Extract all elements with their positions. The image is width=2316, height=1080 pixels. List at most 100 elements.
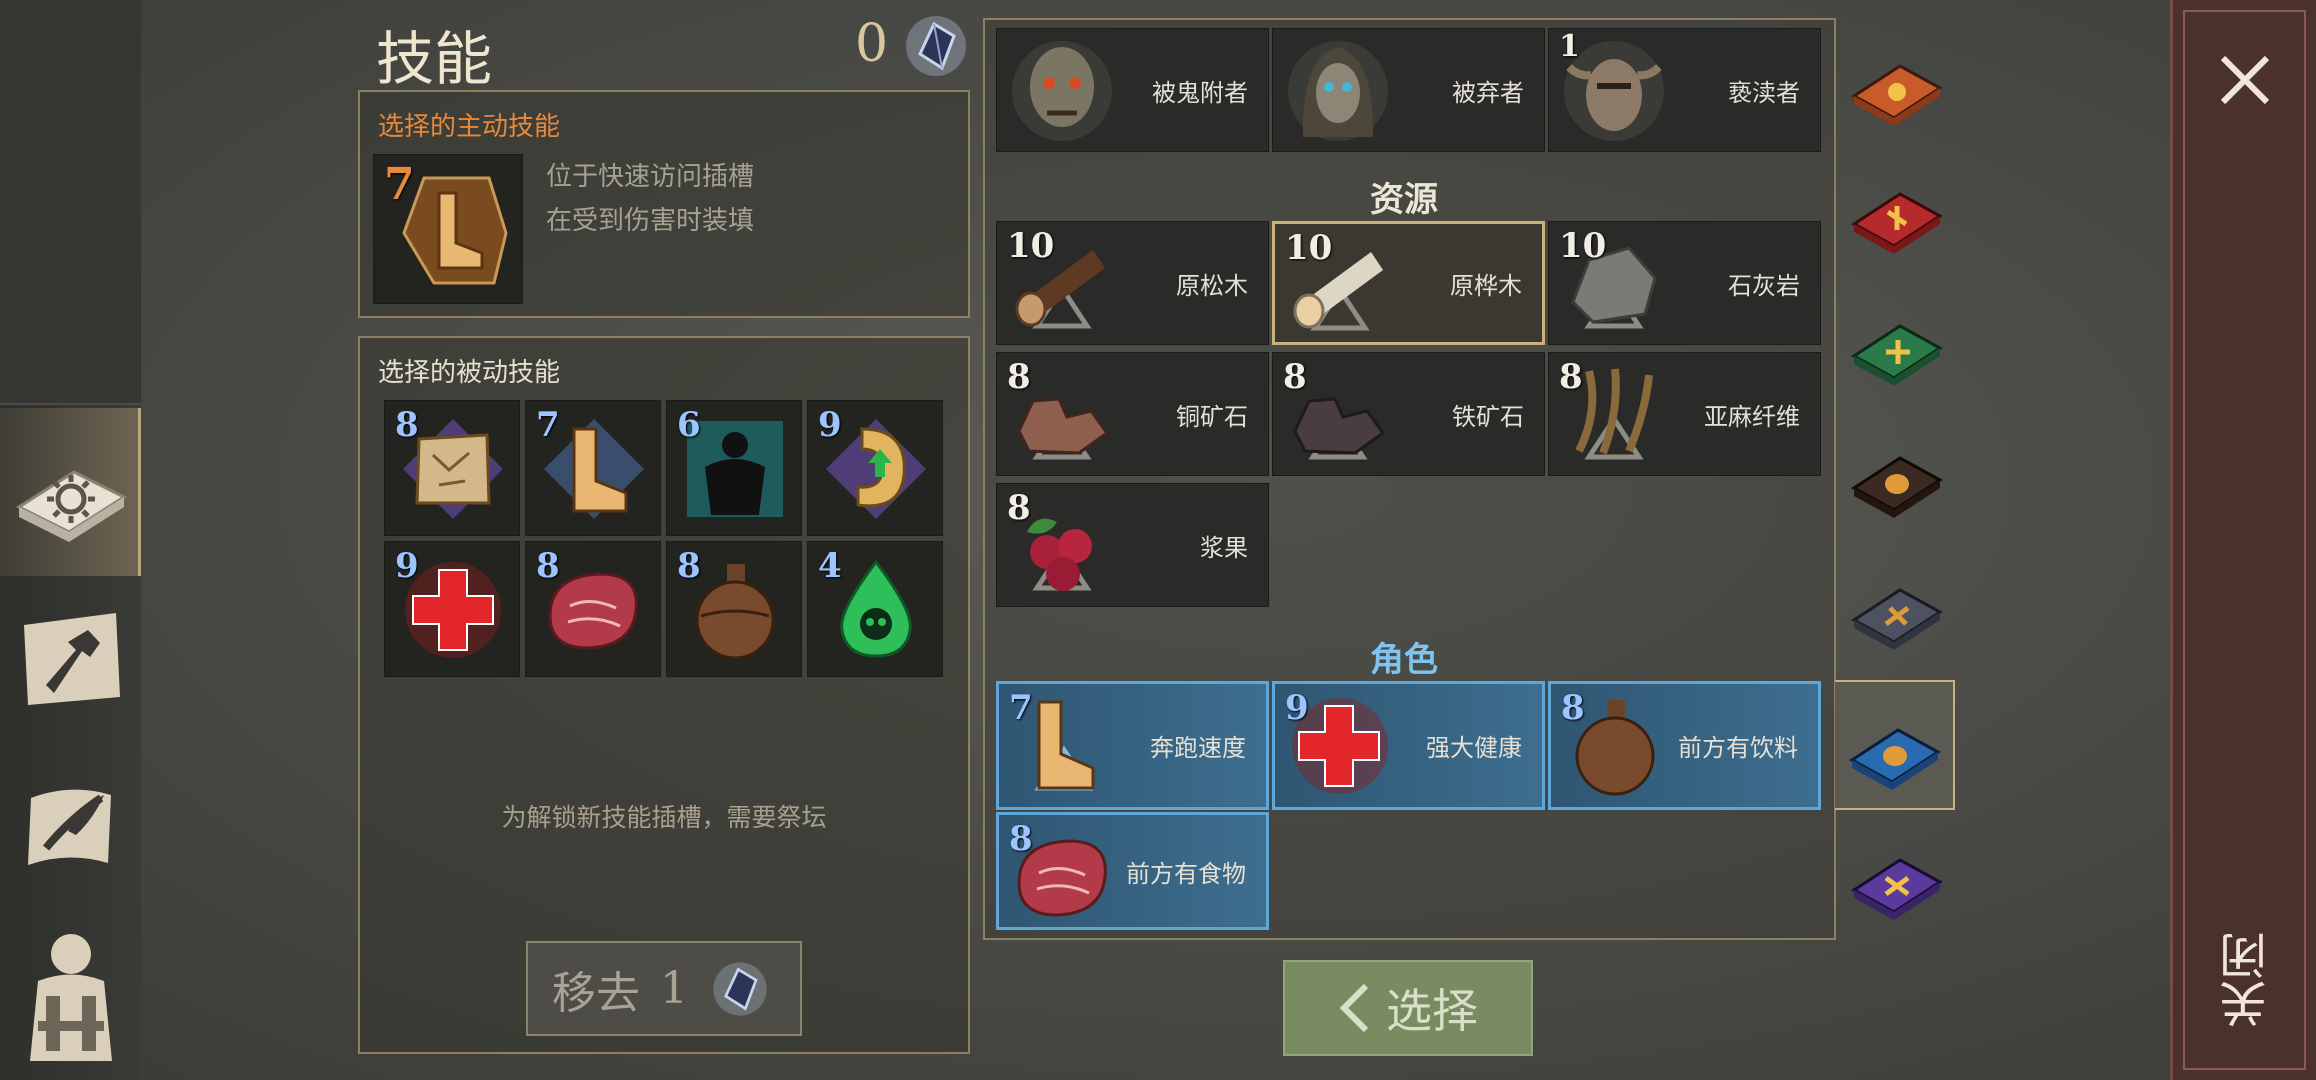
resource-name: 亚麻纤维: [1704, 402, 1800, 431]
remove-button[interactable]: 移去 1: [526, 941, 802, 1036]
hooded-ghoul-icon: [1288, 41, 1388, 141]
hammer-map-icon: [23, 613, 120, 705]
select-button[interactable]: 选择: [1283, 960, 1533, 1056]
sidebar-tab-craft[interactable]: [0, 576, 141, 744]
passive-slot-level: 8: [677, 546, 701, 586]
passive-slot-level: 7: [536, 405, 560, 445]
enemy-name: 亵渎者: [1728, 78, 1800, 107]
resource-name: 浆果: [1200, 533, 1248, 562]
passive-slot-level: 4: [818, 546, 842, 586]
resource-level: 8: [1283, 357, 1307, 397]
character-name: 奔跑速度: [1150, 734, 1246, 762]
passive-slot-level: 8: [395, 405, 419, 445]
character-card[interactable]: 8 前方有食物: [996, 812, 1269, 930]
resource-card[interactable]: 8 亚麻纤维: [1548, 352, 1821, 476]
passive-slot-5[interactable]: 9: [384, 541, 520, 677]
character-heading: 角色: [1370, 640, 1438, 680]
category-tab-tools[interactable]: [1840, 546, 1952, 664]
resource-name: 原松木: [1176, 271, 1248, 300]
category-tab-plant[interactable]: [1840, 282, 1952, 400]
zombie-head-icon: [1012, 41, 1112, 141]
enemy-level: 1: [1559, 29, 1580, 64]
resource-card[interactable]: 10 原松木: [996, 221, 1269, 345]
active-skill-label: 选择的主动技能: [378, 112, 561, 142]
sun-book-icon: [1851, 64, 1943, 126]
passive-slot-2[interactable]: 7: [525, 400, 661, 536]
character-level: 9: [1285, 688, 1309, 728]
character-level: 8: [1561, 688, 1585, 728]
resource-card[interactable]: 10 石灰岩: [1548, 221, 1821, 345]
enemy-name: 被鬼附者: [1152, 78, 1248, 107]
plant-book-icon: [1851, 324, 1943, 386]
chevron-left-icon: [1339, 983, 1369, 1033]
unlock-hint: 为解锁新技能插槽，需要祭坛: [501, 803, 827, 832]
category-tab-sun[interactable]: [1840, 22, 1952, 140]
resource-name: 原桦木: [1450, 271, 1522, 300]
enemy-card[interactable]: 被弃者: [1272, 28, 1545, 152]
sword-book-icon: [1851, 192, 1943, 254]
category-tab-magic[interactable]: [1840, 816, 1952, 934]
enemy-card[interactable]: 被鬼附者: [996, 28, 1269, 152]
passive-slot-7[interactable]: 8: [666, 541, 802, 677]
passive-slot-3[interactable]: 6: [666, 400, 802, 536]
mask-book-icon: [1851, 456, 1943, 518]
active-skill-level: 7: [384, 159, 415, 210]
resource-card[interactable]: 8 浆果: [996, 483, 1269, 607]
left-sidebar: [0, 0, 141, 1080]
tools-book-icon: [1851, 588, 1943, 650]
sidebar-top-panel: [0, 0, 141, 405]
category-tab-character-active[interactable]: [1835, 680, 1955, 810]
passive-skills-label: 选择的被动技能: [378, 358, 561, 388]
sidebar-tab-quests[interactable]: [0, 744, 141, 912]
resource-name: 铜矿石: [1176, 402, 1248, 431]
category-tab-mask[interactable]: [1840, 414, 1952, 532]
category-tab-sword[interactable]: [1840, 150, 1952, 268]
active-skill-desc-2: 在受到伤害时装填: [546, 206, 755, 236]
resource-level: 8: [1559, 357, 1583, 397]
character-name: 前方有饮料: [1678, 734, 1798, 762]
passive-slot-level: 9: [395, 546, 419, 586]
passive-slot-level: 6: [677, 405, 701, 445]
passive-slot-level: 8: [536, 546, 560, 586]
resource-level: 8: [1007, 357, 1031, 397]
sidebar-tab-character[interactable]: [0, 912, 141, 1080]
character-level: 7: [1009, 688, 1033, 728]
currency-count: 0: [855, 14, 889, 74]
enemy-name: 被弃者: [1452, 78, 1524, 107]
character-level: 8: [1009, 819, 1033, 859]
character-card[interactable]: 9 强大健康: [1272, 681, 1545, 810]
resource-card[interactable]: 8 铜矿石: [996, 352, 1269, 476]
close-panel-border: [2183, 10, 2306, 1070]
passive-slot-1[interactable]: 8: [384, 400, 520, 536]
character-backpack-icon: [29, 934, 112, 1061]
active-skill-slot[interactable]: 7: [373, 154, 523, 304]
character-card[interactable]: 7 奔跑速度: [996, 681, 1269, 810]
passive-slot-level: 9: [818, 405, 842, 445]
crystal-icon: [906, 16, 966, 76]
character-name: 前方有食物: [1126, 859, 1246, 888]
passive-slot-8[interactable]: 4: [807, 541, 943, 677]
character-card[interactable]: 8 前方有饮料: [1548, 681, 1821, 810]
passive-slot-6[interactable]: 8: [525, 541, 661, 677]
page-title: 技能: [376, 25, 493, 93]
sun-book-icon: [15, 470, 128, 542]
passive-slot-4[interactable]: 9: [807, 400, 943, 536]
resource-name: 石灰岩: [1728, 271, 1800, 300]
sidebar-tab-skills[interactable]: [0, 408, 141, 576]
close-panel[interactable]: [2170, 0, 2316, 1080]
close-label: 关闭: [2220, 932, 2276, 1028]
resources-heading: 资源: [1370, 180, 1438, 220]
resource-level: 8: [1007, 488, 1031, 528]
close-icon[interactable]: [2205, 40, 2285, 120]
resource-card-selected[interactable]: 10 原桦木: [1272, 221, 1545, 345]
resource-card[interactable]: 8 铁矿石: [1272, 352, 1545, 476]
mask-book-icon: [1849, 728, 1941, 790]
resource-level: 10: [1285, 228, 1333, 268]
quill-scroll-icon: [27, 789, 111, 865]
active-skill-desc-1: 位于快速访问插槽: [546, 162, 755, 192]
crystal-icon: [713, 961, 767, 1016]
remove-label: 移去: [552, 967, 640, 1019]
enemy-card[interactable]: 1 亵渎者: [1548, 28, 1821, 152]
resource-level: 10: [1007, 226, 1055, 266]
active-skill-panel: 选择的主动技能 7 位于快速访问插槽 在受到伤害时装填: [358, 90, 970, 318]
